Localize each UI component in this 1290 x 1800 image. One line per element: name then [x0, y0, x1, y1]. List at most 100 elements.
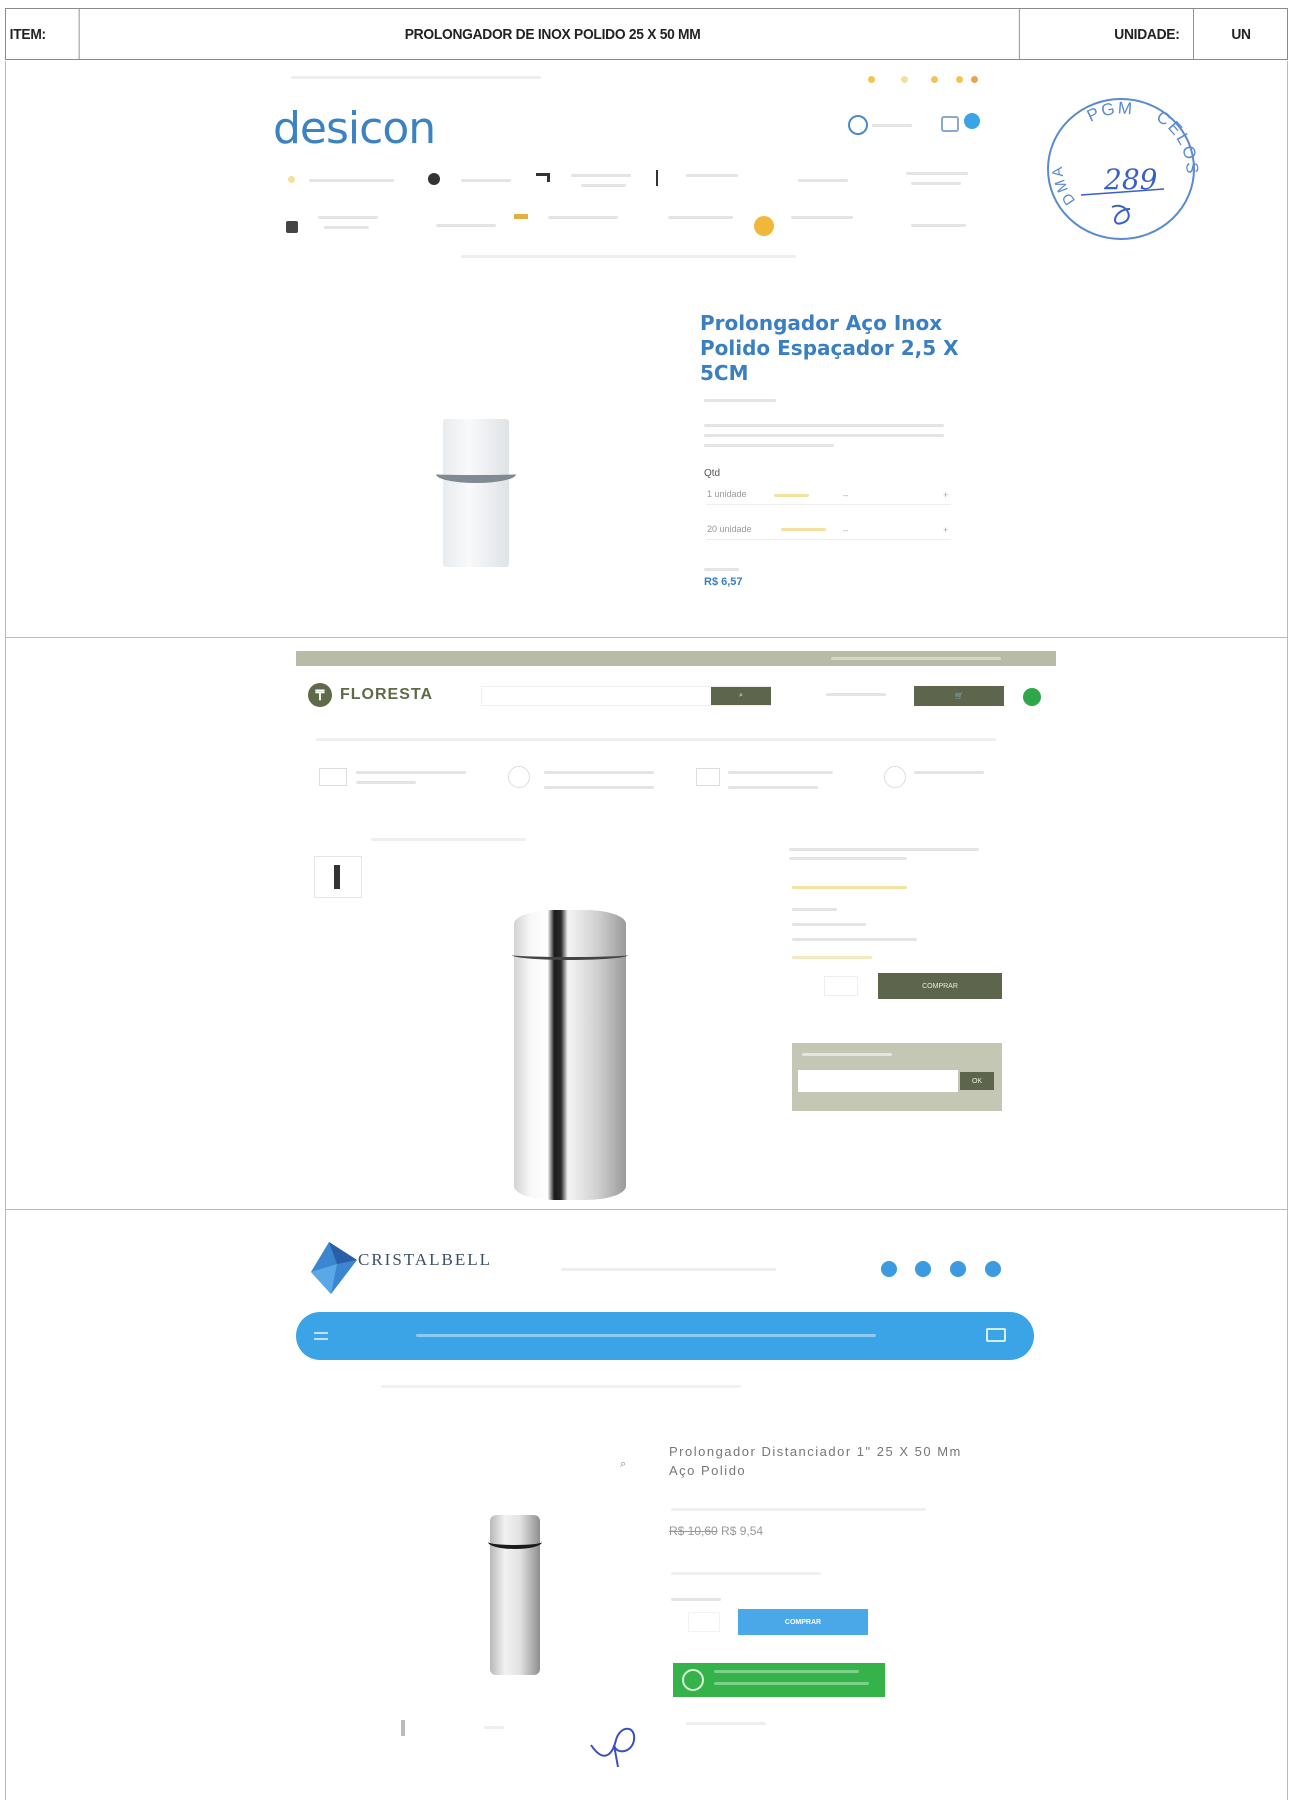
cep-input[interactable]	[798, 1070, 958, 1092]
wheel-icon	[428, 173, 440, 185]
nav-banheiro[interactable]	[798, 179, 848, 182]
social-icon[interactable]	[956, 76, 963, 83]
cart-badge	[964, 113, 980, 129]
user-menu-text[interactable]	[872, 124, 912, 127]
qty-minus-button[interactable]: –	[843, 525, 848, 535]
nav-ferramentas-eletricas[interactable]	[548, 216, 618, 219]
social-icon[interactable]	[971, 76, 978, 83]
product-description	[704, 424, 944, 427]
handwritten-signature	[590, 1727, 636, 1768]
stamp-text-right: CELOS	[1153, 107, 1200, 176]
stamp-text-left: DMA	[1049, 164, 1077, 208]
ok-button[interactable]: OK	[960, 1072, 994, 1090]
share-text[interactable]	[686, 1722, 766, 1725]
buy-button[interactable]: COMPRAR	[738, 1609, 868, 1635]
social-icon[interactable]	[931, 76, 938, 83]
qty-row-1-price	[774, 494, 809, 497]
breadcrumb[interactable]	[371, 838, 526, 841]
nav-suportes[interactable]	[571, 174, 631, 177]
nav-ferragens[interactable]	[436, 224, 496, 227]
zoom-icon[interactable]: ⌕	[620, 1458, 626, 1471]
nav-acessorios-moveis[interactable]	[906, 172, 968, 175]
truck-icon	[319, 768, 347, 786]
product-title: Prolongador Distanciador 1" 25 X 50 Mm A…	[669, 1444, 962, 1478]
qty-minus-button[interactable]: –	[843, 490, 848, 500]
product-price: R$ 6,57	[704, 576, 743, 588]
svg-text:DMA: DMA	[1049, 164, 1079, 208]
shipping-icon	[696, 768, 720, 786]
product-ring	[488, 1535, 542, 1549]
price-new: R$ 9,54	[721, 1524, 764, 1538]
nav-rodizios[interactable]	[461, 179, 511, 182]
instagram-icon[interactable]	[915, 1261, 931, 1277]
hinge-icon	[286, 221, 298, 233]
social-icon[interactable]	[868, 76, 875, 83]
nav-ferramentas-manuais[interactable]	[668, 216, 733, 219]
thumbnail[interactable]	[401, 1720, 405, 1736]
benefit-1-line2	[356, 781, 416, 784]
qty-input[interactable]	[688, 1612, 720, 1632]
qty-plus-button[interactable]: +	[943, 525, 948, 535]
drill-icon	[514, 214, 528, 232]
desicon-logo[interactable]: desicon	[273, 103, 436, 154]
hamburger-icon[interactable]	[314, 1332, 328, 1340]
whatsapp-button[interactable]	[673, 1663, 885, 1697]
nav-acessorios-portas[interactable]	[318, 216, 378, 219]
qty-plus-button[interactable]: +	[943, 490, 948, 500]
price-installments	[792, 938, 917, 941]
menu-icon[interactable]	[288, 176, 295, 183]
product-ring	[512, 950, 628, 960]
svg-text:CELOS: CELOS	[1153, 107, 1201, 176]
price-old	[792, 923, 866, 926]
cristalbell-top-links[interactable]	[561, 1268, 776, 1271]
nav-departamentos[interactable]	[309, 179, 394, 182]
benefit-1	[356, 771, 466, 774]
benefit-4	[914, 771, 984, 774]
social-icon[interactable]	[901, 76, 908, 83]
cristalbell-nav-links[interactable]	[416, 1334, 876, 1337]
user-icon[interactable]	[848, 115, 868, 135]
qty-row-1-label: 1 unidade	[707, 489, 747, 499]
qty-input[interactable]	[824, 976, 858, 996]
nav-polimento[interactable]	[791, 216, 853, 219]
whatsapp-icon	[682, 1669, 704, 1691]
youtube-icon[interactable]	[950, 1261, 966, 1277]
product-title: Prolongador Aço Inox Polido Espaçador 2,…	[700, 311, 959, 385]
whatsapp-icon[interactable]	[1023, 688, 1041, 706]
floresta-nav[interactable]	[316, 738, 996, 741]
floresta-logo[interactable]: FLORESTA	[340, 686, 433, 704]
breadcrumb[interactable]	[461, 255, 796, 258]
search-button[interactable]: ⌕	[711, 687, 771, 705]
cart-button[interactable]: 🛒	[914, 686, 1004, 706]
desicon-topbar-text	[291, 76, 541, 79]
benefit-2	[544, 771, 654, 774]
lock-icon	[884, 766, 906, 788]
cristalbell-logo[interactable]: CRISTALBELL	[358, 1250, 492, 1270]
qty-row-2-price	[781, 528, 826, 531]
nav-buchas[interactable]	[686, 174, 738, 177]
product-image[interactable]	[443, 419, 509, 567]
discount-icon	[508, 766, 530, 788]
cart-icon[interactable]	[986, 1328, 1006, 1342]
thumbnail[interactable]	[484, 1726, 504, 1729]
stamp-text-top: PGM	[1084, 98, 1133, 125]
breadcrumb[interactable]	[381, 1385, 741, 1388]
benefit-3-line2	[728, 786, 818, 789]
facebook-icon[interactable]	[881, 1261, 897, 1277]
account-link[interactable]	[826, 693, 886, 696]
nav-fixadores[interactable]	[911, 224, 966, 227]
whatsapp-icon[interactable]	[985, 1261, 1001, 1277]
item-label: ITEM:	[6, 9, 80, 59]
whatsapp-text-line2	[714, 1682, 869, 1685]
item-header-table: ITEM: PROLONGADOR DE INOX POLIDO 25 X 50…	[5, 8, 1288, 60]
product-description-line3	[704, 444, 834, 447]
bolt-icon	[656, 170, 658, 186]
price-discount	[792, 956, 872, 959]
product-title	[789, 848, 979, 860]
product-sku	[704, 399, 776, 402]
buy-button[interactable]: COMPRAR	[878, 973, 1002, 999]
qty-row-2-label: 20 unidade	[707, 524, 752, 534]
desicon-screenshot: desicon Prolongador Aço Inox Polido Espa…	[5, 61, 1288, 638]
rating-stars[interactable]	[792, 886, 907, 889]
cart-icon[interactable]	[941, 116, 959, 132]
